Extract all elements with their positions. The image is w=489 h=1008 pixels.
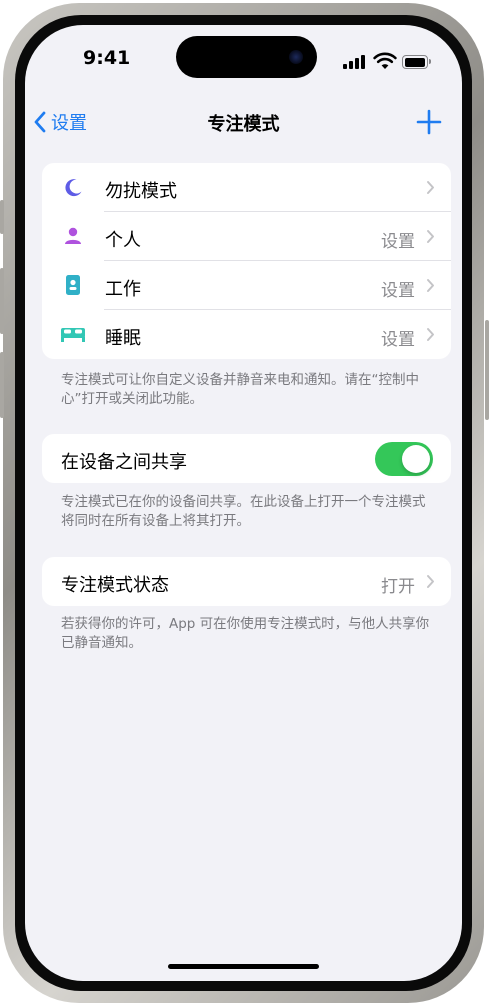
share-across-devices-label: 在设备之间共享 xyxy=(61,452,187,473)
phone-frame: 9:41 设置 专注模式 勿扰模式 个人 设置 工作 设置 睡眠 设置 专注模式… xyxy=(3,3,484,1003)
focus-mode-value: 设置 xyxy=(381,281,415,301)
chevron-right-icon xyxy=(427,575,434,588)
dynamic-island xyxy=(176,36,317,78)
share-across-devices-toggle[interactable] xyxy=(375,442,433,476)
focus-mode-row-sleep[interactable]: 睡眠 设置 xyxy=(42,310,451,359)
focus-mode-row-work[interactable]: 工作 设置 xyxy=(42,261,451,310)
focus-mode-label: 个人 xyxy=(105,230,141,251)
front-camera-icon xyxy=(289,50,303,64)
chevron-right-icon xyxy=(427,328,434,341)
wifi-icon xyxy=(373,52,397,69)
focus-mode-value: 设置 xyxy=(381,330,415,350)
focus-modes-footnote: 专注模式可让你自定义设备并静音来电和通知。请在“控制中心”打开或关闭此功能。 xyxy=(61,372,419,407)
focus-modes-list: 勿扰模式 个人 设置 工作 设置 睡眠 设置 xyxy=(42,163,451,359)
screen: 9:41 设置 专注模式 勿扰模式 个人 设置 工作 设置 睡眠 设置 专注模式… xyxy=(25,25,462,981)
page-title: 专注模式 xyxy=(207,114,280,135)
focus-mode-label: 睡眠 xyxy=(105,328,141,349)
share-across-devices-row: 在设备之间共享 xyxy=(42,434,451,483)
status-bar: 9:41 xyxy=(25,25,462,97)
cellular-signal-icon xyxy=(343,55,369,69)
focus-mode-value: 设置 xyxy=(381,232,415,252)
toggle-knob xyxy=(402,445,430,473)
focus-mode-label: 勿扰模式 xyxy=(105,181,177,202)
add-focus-button[interactable] xyxy=(416,109,442,135)
action-button xyxy=(0,200,4,234)
focus-status-row[interactable]: 专注模式状态 打开 xyxy=(42,557,451,606)
chevron-right-icon xyxy=(427,230,434,243)
moon-icon xyxy=(65,179,82,197)
side-power-button xyxy=(485,320,489,420)
focus-status-group: 专注模式状态 打开 xyxy=(42,557,451,606)
focus-mode-row-personal[interactable]: 个人 设置 xyxy=(42,212,451,261)
status-time: 9:41 xyxy=(83,47,131,69)
bed-icon xyxy=(61,328,85,342)
id-badge-icon xyxy=(66,275,80,295)
navigation-bar: 设置 专注模式 xyxy=(25,97,462,147)
phone-bezel: 9:41 设置 专注模式 勿扰模式 个人 设置 工作 设置 睡眠 设置 专注模式… xyxy=(15,15,472,991)
share-footnote: 专注模式已在你的设备间共享。在此设备上打开一个专注模式将同时在所有设备上将其打开… xyxy=(61,494,426,529)
person-icon xyxy=(65,227,81,244)
chevron-right-icon xyxy=(427,279,434,292)
focus-status-label: 专注模式状态 xyxy=(61,575,169,596)
focus-status-value: 打开 xyxy=(381,577,415,597)
share-across-devices-group: 在设备之间共享 xyxy=(42,434,451,483)
focus-status-footnote: 若获得你的许可，App 可在你使用专注模式时，与他人共享你已静音通知。 xyxy=(61,616,430,651)
focus-mode-label: 工作 xyxy=(105,279,141,300)
battery-icon xyxy=(402,55,431,69)
volume-up-button xyxy=(0,268,4,334)
home-indicator[interactable] xyxy=(168,964,319,969)
focus-mode-row-do-not-disturb[interactable]: 勿扰模式 xyxy=(42,163,451,212)
chevron-right-icon xyxy=(427,181,434,194)
volume-down-button xyxy=(0,352,4,418)
